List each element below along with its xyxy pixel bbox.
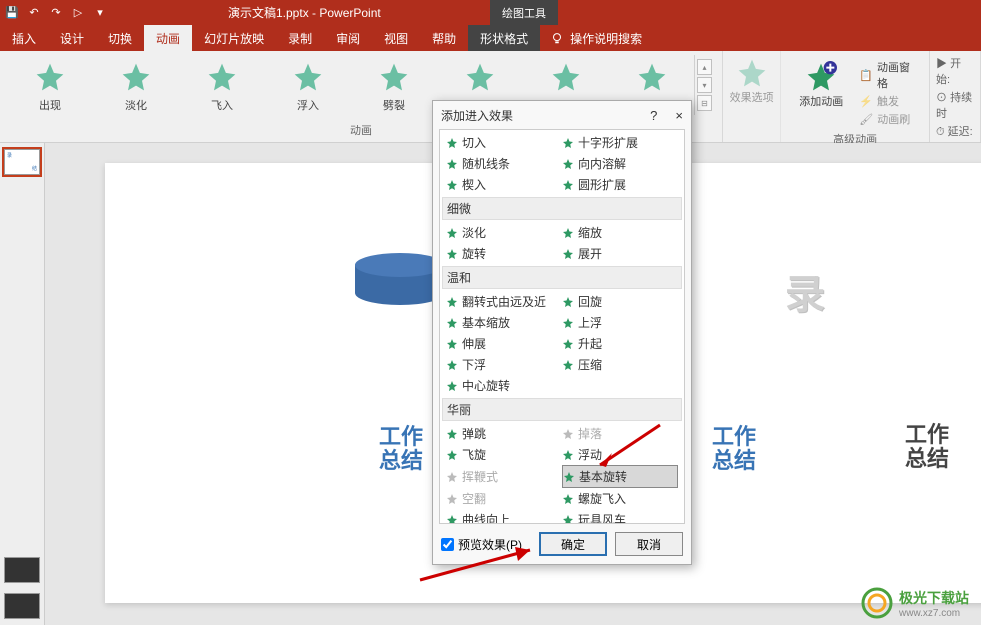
watermark: 极光下载站 www.xz7.com [861,587,969,619]
effect-options-icon [736,57,768,89]
effect-shangfu[interactable]: 上浮 [562,312,678,333]
anim-fade[interactable]: 淡化 [104,61,168,115]
effect-diaoluo[interactable]: 掉落 [562,423,678,444]
bulb-icon [550,31,564,45]
window-title: 演示文稿1.pptx - PowerPoint [228,4,381,21]
slide-text-3[interactable]: 工作 总结 [905,423,949,471]
effect-huibian[interactable]: 挥鞭式 [446,465,562,488]
tab-insert[interactable]: 插入 [0,25,48,51]
effect-wanju[interactable]: 玩具风车 [562,509,678,524]
tab-review[interactable]: 审阅 [324,25,372,51]
gallery-more[interactable]: ▴▾⊟ [694,55,714,115]
timing-start[interactable]: ▶ 开始: [936,55,974,87]
tab-slideshow[interactable]: 幻灯片放映 [192,25,276,51]
effect-jibensuofang[interactable]: 基本缩放 [446,312,562,333]
thumbnail-2[interactable] [4,557,40,583]
add-animation-icon [805,61,837,93]
add-animation[interactable]: 添加动画 [789,55,853,131]
thumbnail-1[interactable]: 录结 [4,149,40,175]
tab-transition[interactable]: 切换 [96,25,144,51]
tell-me-search[interactable]: 操作说明搜索 [540,30,652,47]
effect-xuanzhuan[interactable]: 旋转 [446,243,562,264]
effect-yuanxing[interactable]: 圆形扩展 [562,174,678,195]
effect-kongfan[interactable]: 空翻 [446,488,562,509]
ok-button[interactable]: 确定 [539,532,607,556]
trigger-icon: ⚡ [859,95,873,108]
dialog-effects-list[interactable]: 切入十字形扩展 随机线条向内溶解 楔入圆形扩展 细微 淡化缩放 旋转展开 温和 … [439,129,685,524]
trigger-button[interactable]: ⚡触发 [859,93,915,109]
start-icon[interactable]: ▷ [70,5,86,21]
slide-text-outline[interactable]: 录 [785,273,825,317]
anim-flyin[interactable]: 飞入 [190,61,254,115]
anim-appear[interactable]: 出现 [18,61,82,115]
tab-view[interactable]: 视图 [372,25,420,51]
group-subtle: 细微 [442,197,682,220]
effect-danhua[interactable]: 淡化 [446,222,562,243]
effect-suofang[interactable]: 缩放 [562,222,678,243]
tab-shape-format[interactable]: 形状格式 [468,25,540,51]
effect-yasuo[interactable]: 压缩 [562,354,678,375]
dialog-footer: 预览效果(P) 确定 取消 [433,524,691,564]
effect-shengqi[interactable]: 升起 [562,333,678,354]
watermark-logo-icon [861,587,893,619]
tab-help[interactable]: 帮助 [420,25,468,51]
anim-floatin[interactable]: 浮入 [276,61,340,115]
slide-thumbnails: 录结 [0,143,45,625]
effect-xiangnei[interactable]: 向内溶解 [562,153,678,174]
effect-qieru[interactable]: 切入 [446,132,562,153]
preview-checkbox[interactable]: 预览效果(P) [441,536,522,553]
effect-tantiao[interactable]: 弹跳 [446,423,562,444]
effect-fudong[interactable]: 浮动 [562,444,678,465]
group-exciting: 华丽 [442,398,682,421]
dialog-help-icon[interactable]: ? [650,108,657,123]
redo-icon[interactable]: ↷ [48,5,64,21]
effect-suiji[interactable]: 随机线条 [446,153,562,174]
pane-icon: 📋 [859,69,873,82]
effect-xieru[interactable]: 楔入 [446,174,562,195]
add-entrance-effect-dialog: 添加进入效果 ? × 切入十字形扩展 随机线条向内溶解 楔入圆形扩展 细微 淡化… [432,100,692,565]
ribbon-tabs: 插入 设计 切换 动画 幻灯片放映 录制 审阅 视图 帮助 形状格式 操作说明搜… [0,25,981,51]
watermark-url: www.xz7.com [899,608,969,619]
slide-text-2[interactable]: 工作 总结 [712,425,756,473]
thumbnail-3[interactable] [4,593,40,619]
timing-delay[interactable]: ⏱ 延迟: [936,123,974,139]
title-bar: 💾 ↶ ↷ ▷ ▾ 演示文稿1.pptx - PowerPoint 绘图工具 [0,0,981,25]
tab-animation[interactable]: 动画 [144,25,192,51]
timing-duration[interactable]: ⊙ 持续时 [936,89,974,121]
effect-jibenxuanzhuan[interactable]: 基本旋转 [562,465,678,488]
effect-zhongxin[interactable]: 中心旋转 [446,375,562,396]
effect-zhankai[interactable]: 展开 [562,243,678,264]
painter-icon: 🖌 [859,113,873,126]
watermark-name: 极光下载站 [899,588,969,608]
effect-options: 效果选项 [723,51,781,142]
effect-fanzhuan[interactable]: 翻转式由远及近 [446,291,562,312]
save-icon[interactable]: 💾 [4,5,20,21]
qat-more-icon[interactable]: ▾ [92,5,108,21]
effect-huixuan[interactable]: 回旋 [562,291,678,312]
cancel-button[interactable]: 取消 [615,532,683,556]
tab-record[interactable]: 录制 [276,25,324,51]
effect-quxian[interactable]: 曲线向上 [446,509,562,524]
slide-text-1[interactable]: 工作 总结 [379,425,423,473]
dialog-title: 添加进入效果 [441,107,513,124]
timing-group: ▶ 开始: ⊙ 持续时 ⏱ 延迟: [930,51,981,142]
effect-shizi[interactable]: 十字形扩展 [562,132,678,153]
tell-me-label: 操作说明搜索 [570,30,642,47]
effect-luoxuan[interactable]: 螺旋飞入 [562,488,678,509]
dialog-titlebar[interactable]: 添加进入效果 ? × [433,101,691,129]
dialog-close-icon[interactable]: × [675,108,683,123]
animation-pane-button[interactable]: 📋动画窗格 [859,59,915,91]
animation-painter-button[interactable]: 🖌动画刷 [859,111,915,127]
anim-split[interactable]: 劈裂 [362,61,426,115]
context-tools-label: 绘图工具 [490,0,558,25]
undo-icon[interactable]: ↶ [26,5,42,21]
effect-feixuan[interactable]: 飞旋 [446,444,562,465]
group-moderate: 温和 [442,266,682,289]
effect-xiafu[interactable]: 下浮 [446,354,562,375]
tab-design[interactable]: 设计 [48,25,96,51]
effect-shenzhan[interactable]: 伸展 [446,333,562,354]
